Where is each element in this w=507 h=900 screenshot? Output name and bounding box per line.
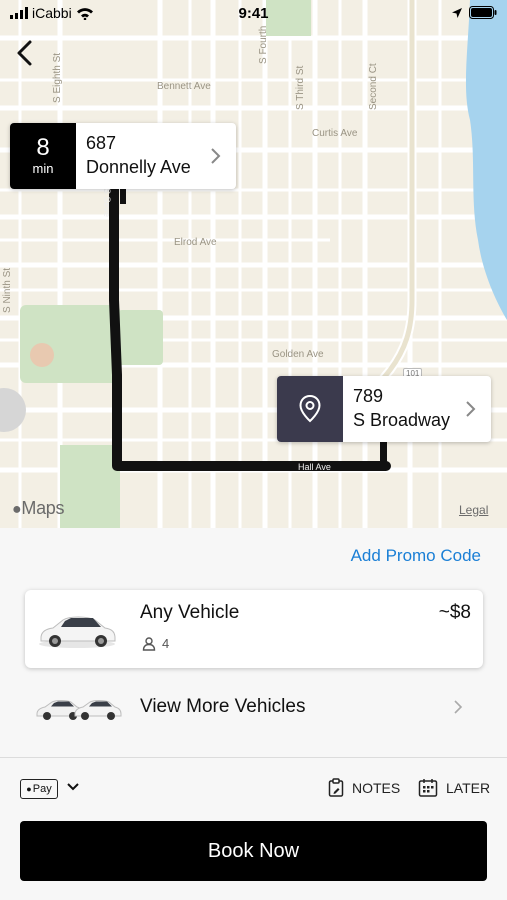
map-view[interactable]: S Eighth St S Fourth S Third St Second C… bbox=[0, 0, 507, 530]
dropoff-address: 789 S Broadway bbox=[343, 376, 460, 442]
notes-icon bbox=[328, 778, 344, 797]
apple-logo-icon: ● bbox=[26, 784, 32, 794]
vehicle-option-any[interactable]: Any Vehicle 4 ~$8 bbox=[25, 590, 483, 668]
maps-logo-text: Maps bbox=[21, 498, 65, 518]
view-more-vehicles-button[interactable]: View More Vehicles bbox=[25, 678, 483, 738]
street-label: Golden Ave bbox=[272, 349, 324, 360]
street-label: S Ninth St bbox=[2, 267, 13, 313]
chevron-left-icon bbox=[17, 40, 32, 66]
add-promo-code-link[interactable]: Add Promo Code bbox=[351, 546, 481, 566]
apple-logo-icon: ● bbox=[12, 501, 22, 518]
schedule-later-button[interactable]: LATER bbox=[418, 778, 490, 797]
cars-icon bbox=[36, 700, 122, 720]
street-label: Curtis Ave bbox=[312, 128, 358, 139]
street-label: S Seve bbox=[102, 188, 112, 218]
street-label: Bennett Ave bbox=[157, 81, 211, 92]
destination-badge bbox=[277, 376, 343, 442]
eta-unit: min bbox=[32, 161, 54, 176]
back-button[interactable] bbox=[12, 38, 38, 68]
maps-logo: ●Maps bbox=[12, 498, 65, 519]
legal-link[interactable]: Legal bbox=[459, 503, 488, 517]
later-label: LATER bbox=[446, 779, 491, 796]
battery-icon bbox=[469, 6, 497, 19]
map-streets bbox=[0, 0, 507, 530]
street-label: Second Ct bbox=[368, 63, 379, 110]
chevron-right-icon bbox=[211, 148, 221, 164]
chevron-right-icon bbox=[454, 700, 463, 714]
location-pin-icon bbox=[299, 394, 321, 423]
location-arrow-icon bbox=[452, 7, 462, 18]
notes-label: NOTES bbox=[352, 779, 401, 796]
dropoff-callout[interactable]: 789 S Broadway bbox=[277, 376, 491, 442]
car-icon bbox=[39, 616, 116, 648]
street-label: Hall Ave bbox=[298, 462, 331, 472]
eta-minutes: 8 bbox=[36, 134, 50, 161]
vehicle-name: Any Vehicle bbox=[140, 602, 240, 623]
street-label: S Eighth St bbox=[52, 52, 63, 103]
eta-badge: 8 min bbox=[10, 123, 76, 189]
vehicle-capacity: 4 bbox=[142, 636, 169, 651]
pickup-address-line2: Donnelly Ave bbox=[86, 157, 191, 177]
clock: 9:41 bbox=[238, 5, 269, 22]
street-label: Elrod Ave bbox=[174, 237, 217, 248]
chevron-right-icon bbox=[466, 401, 476, 417]
pickup-address: 687 Donnelly Ave bbox=[76, 123, 201, 189]
view-more-vehicles-label: View More Vehicles bbox=[140, 696, 306, 717]
payment-method-button[interactable]: ● Pay bbox=[20, 779, 58, 799]
payment-method-label: Pay bbox=[32, 783, 52, 795]
book-now-button[interactable]: Book Now bbox=[20, 821, 487, 881]
booking-sheet: Add Promo Code Any Vehicle 4 ~$8 View Mo… bbox=[0, 528, 507, 900]
status-right bbox=[451, 6, 497, 19]
seat-count: 4 bbox=[162, 636, 170, 651]
calendar-icon bbox=[418, 779, 438, 797]
street-label: S Third St bbox=[295, 65, 306, 110]
dropoff-address-line1: 789 bbox=[353, 386, 384, 406]
status-bar: iCabbi 9:41 bbox=[0, 0, 507, 28]
booking-options-bar: ● Pay NOTES LATER bbox=[0, 758, 507, 820]
person-icon bbox=[142, 636, 156, 651]
notes-button[interactable]: NOTES bbox=[328, 778, 400, 797]
chevron-down-icon[interactable] bbox=[66, 782, 80, 792]
street-label: S Fourth bbox=[258, 25, 269, 64]
vehicle-price: ~$8 bbox=[438, 602, 471, 623]
pickup-address-line1: 687 bbox=[86, 133, 117, 153]
dropoff-address-line2: S Broadway bbox=[353, 410, 451, 430]
pickup-callout[interactable]: 8 min 687 Donnelly Ave bbox=[10, 123, 236, 189]
